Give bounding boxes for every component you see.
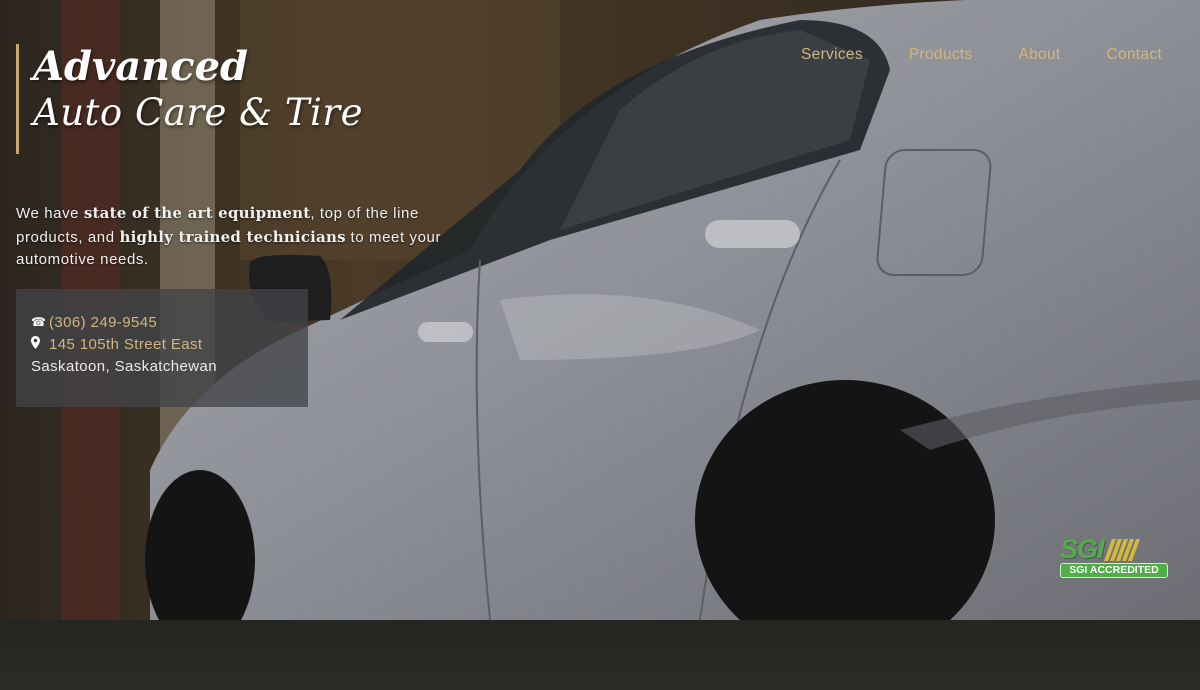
sgi-logo-text: SGI [1060,534,1105,564]
address-row: 145 105th Street East [31,333,293,355]
nav-services[interactable]: Services [801,46,863,64]
address-link[interactable]: 145 105th Street East [49,336,203,353]
sgi-logo: SGI [1060,534,1168,564]
tagline-text: We have [16,205,84,222]
city-row: Saskatoon, Saskatchewan [31,355,293,377]
nav-contact[interactable]: Contact [1106,46,1162,64]
logo-title: Advanced [33,43,249,90]
map-marker-icon [31,336,45,352]
hero-tagline: We have state of the art equipment, top … [16,202,486,272]
sgi-stripes-icon [1103,539,1140,561]
nav-products[interactable]: Products [909,46,973,64]
site-logo[interactable]: Advanced Auto Care & Tire [16,44,363,154]
footer-band [0,620,1200,690]
phone-row: ☎ (306) 249-9545 [31,311,293,333]
nav-about[interactable]: About [1018,46,1060,64]
contact-box: ☎ (306) 249-9545 145 105th Street East S… [16,289,308,407]
tagline-highlight: state of the art equipment [83,204,311,222]
city-text: Saskatoon, Saskatchewan [31,357,217,375]
sgi-label: SGI ACCREDITED [1060,563,1168,578]
tagline-highlight: highly trained technicians [119,227,346,246]
sgi-accredited-badge: SGI SGI ACCREDITED [1060,534,1168,578]
logo-subtitle: Auto Care & Tire [33,91,363,134]
phone-icon: ☎ [31,315,47,329]
main-nav: Services Products About Contact [801,46,1162,64]
phone-link[interactable]: (306) 249-9545 [49,314,157,331]
